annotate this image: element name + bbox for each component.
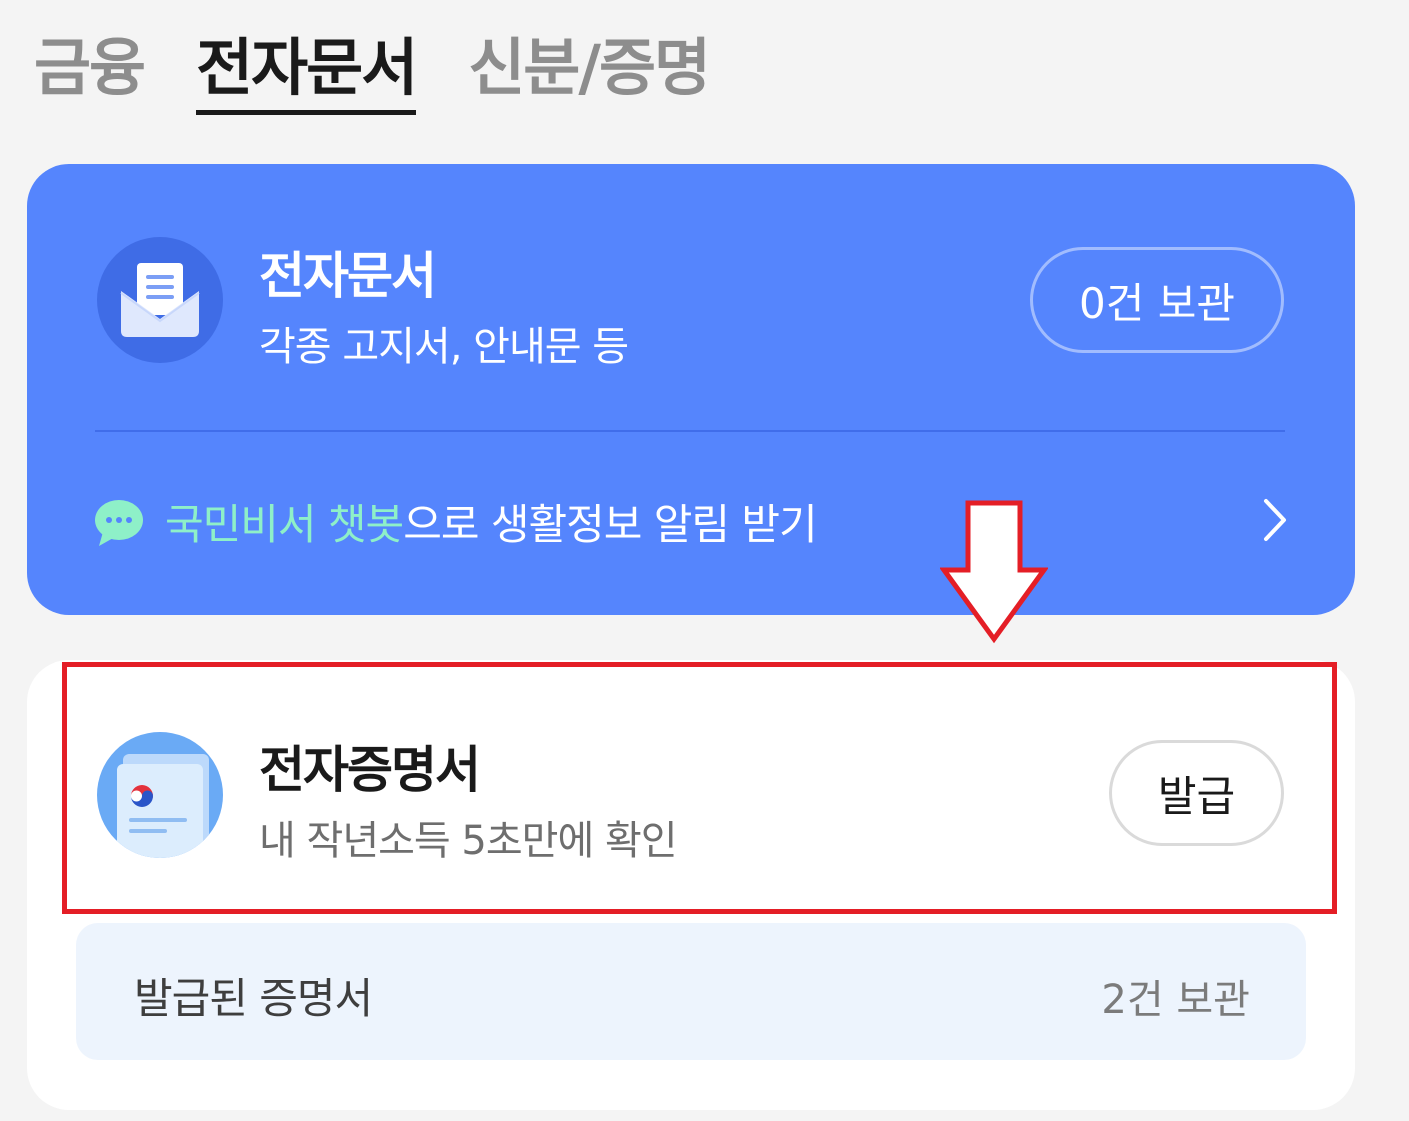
chevron-right-icon: [1262, 497, 1288, 547]
electronic-documents-card[interactable]: 전자문서 각종 고지서, 안내문 등 0건 보관 국민비서 챗봇으로 생활정보 …: [27, 164, 1355, 615]
tab-electronic-documents[interactable]: 전자문서: [196, 28, 418, 115]
issued-certificates-label: 발급된 증명서: [134, 974, 373, 1023]
edoc-subtitle: 각종 고지서, 안내문 등: [259, 324, 629, 370]
edoc-title: 전자문서: [259, 247, 437, 305]
issued-certificates-row[interactable]: 발급된 증명서 2건 보관: [76, 923, 1306, 1060]
chatbot-rest: 으로 생활정보 알림 받기: [403, 500, 817, 549]
issued-certificates-count: 2건 보관: [1101, 977, 1250, 1023]
down-arrow-icon: [939, 500, 1049, 648]
chatbot-highlight: 국민비서 챗봇: [165, 500, 404, 549]
edoc-keep-button[interactable]: 0건 보관: [1030, 247, 1284, 353]
category-tabs: 금융 전자문서 신분/증명: [34, 28, 711, 115]
highlight-box: [62, 662, 1337, 914]
chatbot-text: 국민비서 챗봇으로 생활정보 알림 받기: [165, 491, 818, 552]
divider: [95, 430, 1285, 432]
tab-identity-certificates[interactable]: 신분/증명: [468, 28, 711, 115]
chatbot-notification-link[interactable]: 국민비서 챗봇으로 생활정보 알림 받기: [93, 489, 1288, 559]
app-screen: 금융 전자문서 신분/증명 전자문서 각종 고지서, 안내문 등 0건 보관 국…: [0, 0, 1409, 1121]
tab-finance[interactable]: 금융: [34, 28, 146, 115]
envelope-icon: [97, 237, 223, 363]
chat-bubble-icon: [93, 498, 145, 552]
